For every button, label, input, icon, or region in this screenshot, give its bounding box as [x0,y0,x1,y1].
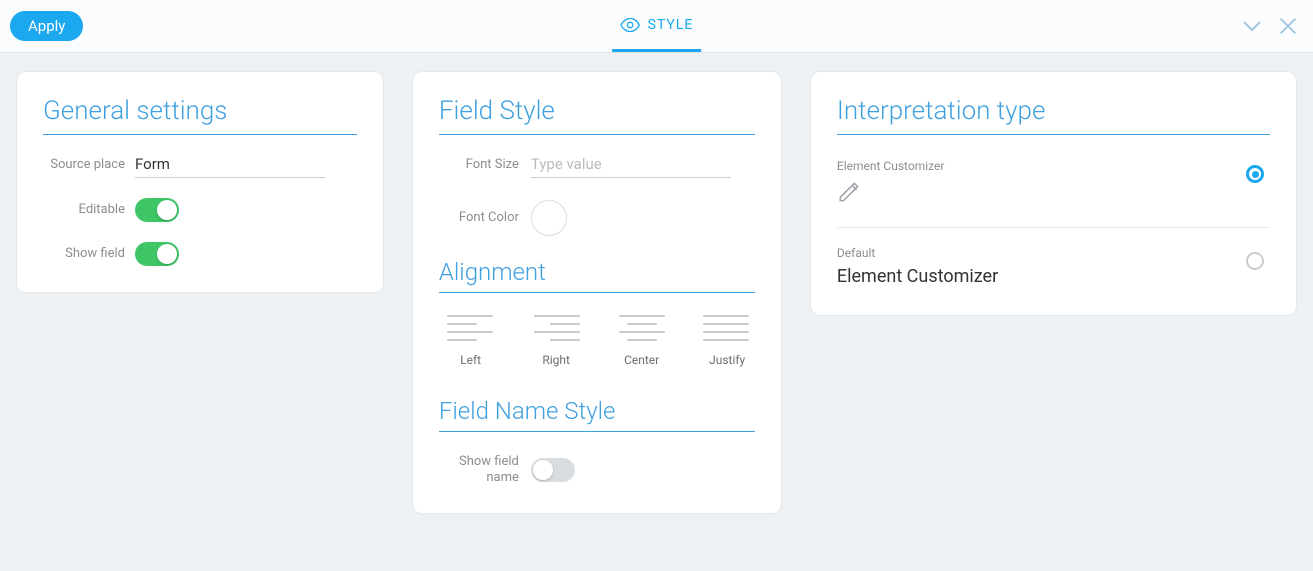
align-justify-label: Justify [709,353,745,367]
label-font-size: Font Size [439,157,531,173]
showfield-toggle[interactable] [135,242,179,266]
label-showfieldname: Show field name [439,454,531,487]
label-showfield: Show field [43,246,135,262]
row-source-place: Source place [43,153,357,178]
alignment-options: Left Right Center Justify [439,315,755,367]
interpretation-option-1[interactable]: Element Customizer [837,153,1270,228]
align-right-option[interactable]: Right [528,315,584,367]
font-size-input[interactable] [531,153,731,178]
card-field-style: Field Style Font Size Font Color Alignme… [412,71,782,514]
align-center-icon [618,315,666,341]
tabs: STYLE [612,0,702,52]
font-color-picker[interactable] [531,200,567,236]
general-heading: General settings [43,96,357,135]
align-center-label: Center [624,353,659,367]
card-interpretation-type: Interpretation type Element Customizer D… [810,71,1297,316]
board: General settings Source place Editable S… [0,53,1313,532]
row-showfieldname: Show field name [439,454,755,487]
interpretation-heading: Interpretation type [837,96,1270,135]
close-button[interactable] [1275,13,1301,39]
label-font-color: Font Color [439,210,531,226]
align-right-icon [532,315,580,341]
label-source-place: Source place [43,157,135,173]
row-font-size: Font Size [439,153,755,178]
interpretation-option-2[interactable]: Default Element Customizer [837,228,1270,289]
editable-toggle[interactable] [135,198,179,222]
source-place-input[interactable] [135,153,325,178]
align-left-option[interactable]: Left [443,315,499,367]
top-actions [1239,0,1301,52]
collapse-button[interactable] [1239,13,1265,39]
row-editable: Editable [43,198,357,222]
fieldname-heading: Field Name Style [439,397,755,432]
interpretation-option-1-title: Element Customizer [837,159,945,173]
row-font-color: Font Color [439,200,755,236]
align-justify-icon [703,315,751,341]
eye-icon [620,18,640,32]
align-left-label: Left [460,353,481,367]
align-right-label: Right [542,353,570,367]
pencil-icon [837,179,945,209]
tab-style[interactable]: STYLE [612,0,702,52]
label-editable: Editable [43,202,135,218]
align-left-icon [447,315,495,341]
fieldstyle-heading: Field Style [439,96,755,135]
align-justify-option[interactable]: Justify [699,315,755,367]
apply-button[interactable]: Apply [10,11,83,41]
align-center-option[interactable]: Center [614,315,670,367]
row-showfield: Show field [43,242,357,266]
interpretation-option-2-radio[interactable] [1246,252,1264,270]
showfieldname-toggle[interactable] [531,458,575,482]
chevron-down-icon [1240,14,1264,38]
alignment-heading: Alignment [439,258,755,293]
interpretation-option-2-title: Element Customizer [837,266,998,287]
topbar: Apply STYLE [0,0,1313,53]
card-general-settings: General settings Source place Editable S… [16,71,384,293]
interpretation-option-2-hint: Default [837,246,998,260]
tab-style-label: STYLE [648,17,694,33]
close-icon [1277,15,1299,37]
interpretation-option-1-radio[interactable] [1246,165,1264,183]
